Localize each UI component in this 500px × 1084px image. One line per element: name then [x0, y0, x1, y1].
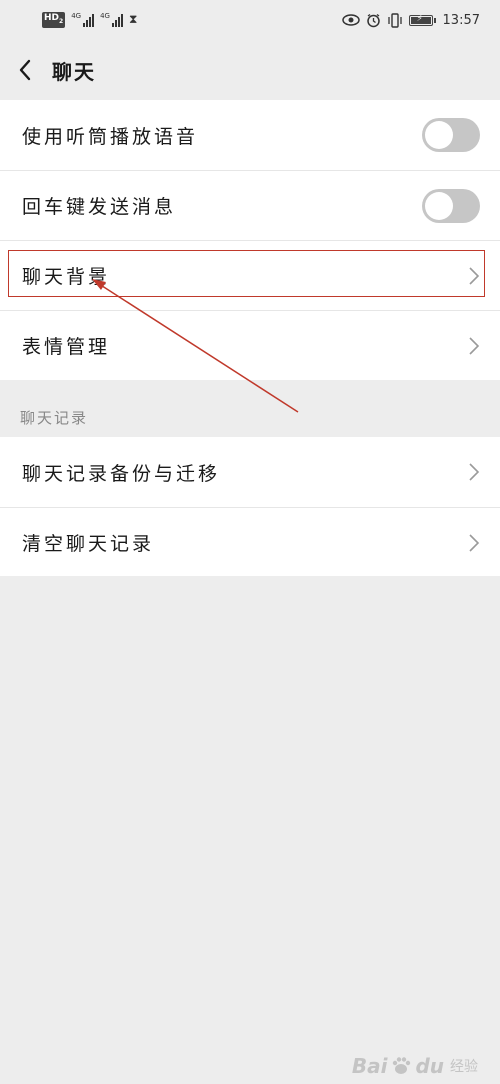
status-left: HD2 4G 4G ⧗	[42, 12, 137, 28]
row-sticker-management[interactable]: 表情管理	[0, 310, 500, 380]
chevron-left-icon	[19, 59, 31, 81]
row-label: 使用听筒播放语音	[22, 125, 199, 148]
eye-icon	[341, 14, 360, 26]
toggle-knob	[425, 121, 453, 149]
chevron-right-icon	[469, 533, 480, 552]
row-label: 清空聊天记录	[22, 533, 155, 555]
enter-send-toggle[interactable]	[422, 188, 480, 223]
page-title: 聊天	[52, 59, 96, 84]
signal-icon-2: 4G	[100, 12, 123, 27]
watermark-bai: Bai	[351, 1054, 388, 1078]
chevron-right-icon	[469, 336, 480, 355]
hd-badge: HD2	[42, 12, 66, 28]
vibrate-icon	[387, 12, 402, 28]
status-bar: HD2 4G 4G ⧗ ⚡ 13:57	[0, 0, 500, 40]
title-bar: 聊天	[0, 40, 500, 100]
chat-history-group: 聊天记录备份与迁移 清空聊天记录	[0, 437, 500, 576]
row-label: 聊天记录备份与迁移	[22, 462, 221, 485]
alarm-icon	[366, 13, 380, 27]
earpiece-toggle[interactable]	[422, 118, 480, 152]
clock: 13:57	[442, 12, 480, 28]
back-button[interactable]	[0, 40, 50, 100]
toggle-knob	[425, 191, 453, 220]
hourglass-icon: ⧗	[128, 12, 138, 27]
row-enter-send[interactable]: 回车键发送消息	[0, 170, 500, 240]
highlight-box	[8, 250, 485, 297]
row-label: 表情管理	[22, 336, 111, 358]
row-label: 回车键发送消息	[22, 196, 177, 218]
row-earpiece-voice[interactable]: 使用听筒播放语音	[0, 100, 500, 170]
settings-group: 使用听筒播放语音 回车键发送消息 聊天背景 表情管理	[0, 100, 500, 380]
section-header-chat-history: 聊天记录	[20, 409, 89, 427]
row-clear-history[interactable]: 清空聊天记录	[0, 507, 500, 577]
paw-icon	[393, 1057, 411, 1074]
row-backup-migrate[interactable]: 聊天记录备份与迁移	[0, 437, 500, 507]
baidu-jingyan-watermark: Bai du 经验	[352, 1054, 478, 1078]
chevron-right-icon	[469, 463, 480, 481]
status-right: ⚡ 13:57	[341, 12, 480, 28]
watermark-jingyan: 经验	[450, 1059, 478, 1075]
watermark-du: du	[415, 1054, 444, 1078]
battery-icon: ⚡	[408, 14, 436, 26]
signal-icon: 4G	[71, 12, 95, 27]
